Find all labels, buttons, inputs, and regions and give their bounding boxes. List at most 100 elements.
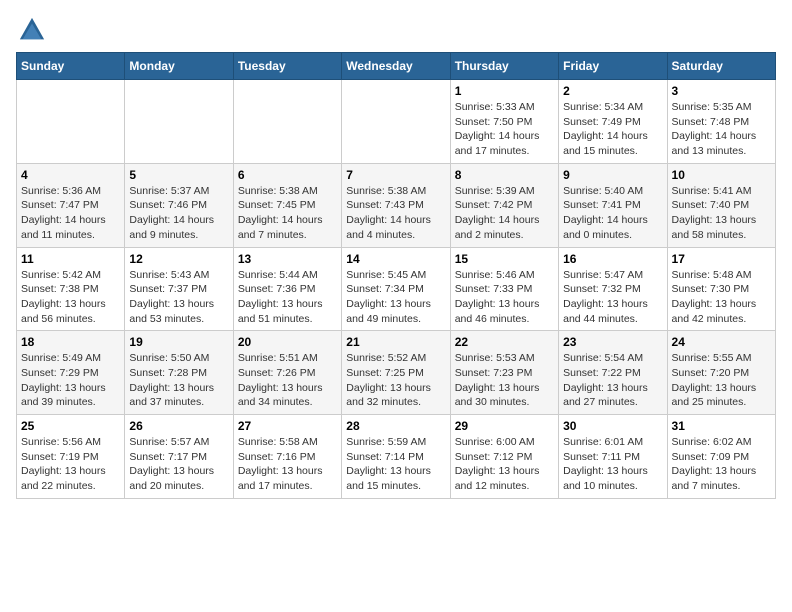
day-number: 6 [238, 168, 337, 182]
calendar-cell: 17Sunrise: 5:48 AM Sunset: 7:30 PM Dayli… [667, 247, 775, 331]
day-number: 13 [238, 252, 337, 266]
day-number: 22 [455, 335, 554, 349]
day-number: 11 [21, 252, 120, 266]
calendar-cell [125, 80, 233, 164]
day-number: 3 [672, 84, 771, 98]
day-number: 27 [238, 419, 337, 433]
day-number: 20 [238, 335, 337, 349]
calendar-cell: 11 Sunrise: 5:42 AM Sunset: 7:38 PM Dayli… [17, 247, 125, 331]
day-info: Sunrise: 5:53 AM Sunset: 7:23 PM Dayligh… [455, 351, 554, 410]
day-info: Sunrise: 5:43 AM Sunset: 7:37 PM Dayligh… [129, 268, 228, 327]
calendar-cell: 1 Sunrise: 5:33 AM Sunset: 7:50 PM Daylig… [450, 80, 558, 164]
day-info: Sunrise: 6:01 AM Sunset: 7:11 PM Dayligh… [563, 435, 662, 494]
calendar-cell: 2 Sunrise: 5:34 AM Sunset: 7:49 PM Daylig… [559, 80, 667, 164]
calendar-cell: 30 Sunrise: 6:01 AM Sunset: 7:11 PM Dayli… [559, 415, 667, 499]
calendar-header-row: SundayMondayTuesdayWednesdayThursdayFrid… [17, 53, 776, 80]
calendar-week-row: 25 Sunrise: 5:56 AM Sunset: 7:19 PM Dayli… [17, 415, 776, 499]
day-number: 21 [346, 335, 445, 349]
day-number: 5 [129, 168, 228, 182]
day-number: 25 [21, 419, 120, 433]
calendar-cell [233, 80, 341, 164]
day-number: 16 [563, 252, 662, 266]
calendar-cell: 27 Sunrise: 5:58 AM Sunset: 7:16 PM Dayli… [233, 415, 341, 499]
day-info: Sunrise: 5:44 AM Sunset: 7:36 PM Dayligh… [238, 268, 337, 327]
weekday-header-saturday: Saturday [667, 53, 775, 80]
calendar-cell: 20 Sunrise: 5:51 AM Sunset: 7:26 PM Dayli… [233, 331, 341, 415]
day-number: 28 [346, 419, 445, 433]
calendar-cell: 28 Sunrise: 5:59 AM Sunset: 7:14 PM Dayli… [342, 415, 450, 499]
calendar-cell: 25 Sunrise: 5:56 AM Sunset: 7:19 PM Dayli… [17, 415, 125, 499]
day-info: Sunrise: 5:38 AM Sunset: 7:43 PM Dayligh… [346, 184, 445, 243]
calendar-cell: 3 Sunrise: 5:35 AM Sunset: 7:48 PM Daylig… [667, 80, 775, 164]
day-info: Sunrise: 5:42 AM Sunset: 7:38 PM Dayligh… [21, 268, 120, 327]
calendar-cell: 29 Sunrise: 6:00 AM Sunset: 7:12 PM Dayli… [450, 415, 558, 499]
calendar-cell: 14 Sunrise: 5:45 AM Sunset: 7:34 PM Dayli… [342, 247, 450, 331]
calendar-cell: 21 Sunrise: 5:52 AM Sunset: 7:25 PM Dayli… [342, 331, 450, 415]
day-info: Sunrise: 5:50 AM Sunset: 7:28 PM Dayligh… [129, 351, 228, 410]
calendar-cell: 8 Sunrise: 5:39 AM Sunset: 7:42 PM Daylig… [450, 163, 558, 247]
day-info: Sunrise: 5:45 AM Sunset: 7:34 PM Dayligh… [346, 268, 445, 327]
day-info: Sunrise: 5:55 AM Sunset: 7:20 PM Dayligh… [672, 351, 771, 410]
calendar-week-row: 18Sunrise: 5:49 AM Sunset: 7:29 PM Dayli… [17, 331, 776, 415]
weekday-header-monday: Monday [125, 53, 233, 80]
calendar-cell [17, 80, 125, 164]
calendar-cell [342, 80, 450, 164]
day-number: 23 [563, 335, 662, 349]
day-number: 30 [563, 419, 662, 433]
day-info: Sunrise: 5:36 AM Sunset: 7:47 PM Dayligh… [21, 184, 120, 243]
calendar-cell: 9 Sunrise: 5:40 AM Sunset: 7:41 PM Daylig… [559, 163, 667, 247]
calendar-cell: 4 Sunrise: 5:36 AM Sunset: 7:47 PM Daylig… [17, 163, 125, 247]
calendar-cell: 7 Sunrise: 5:38 AM Sunset: 7:43 PM Daylig… [342, 163, 450, 247]
calendar-week-row: 4 Sunrise: 5:36 AM Sunset: 7:47 PM Daylig… [17, 163, 776, 247]
logo [16, 16, 46, 44]
weekday-header-wednesday: Wednesday [342, 53, 450, 80]
day-info: Sunrise: 6:00 AM Sunset: 7:12 PM Dayligh… [455, 435, 554, 494]
calendar-week-row: 11 Sunrise: 5:42 AM Sunset: 7:38 PM Dayli… [17, 247, 776, 331]
day-info: Sunrise: 5:56 AM Sunset: 7:19 PM Dayligh… [21, 435, 120, 494]
day-number: 12 [129, 252, 228, 266]
day-info: Sunrise: 5:39 AM Sunset: 7:42 PM Dayligh… [455, 184, 554, 243]
day-number: 31 [672, 419, 771, 433]
calendar-cell: 10Sunrise: 5:41 AM Sunset: 7:40 PM Dayli… [667, 163, 775, 247]
calendar-cell: 31Sunrise: 6:02 AM Sunset: 7:09 PM Dayli… [667, 415, 775, 499]
page-header [16, 16, 776, 44]
calendar-cell: 24 Sunrise: 5:55 AM Sunset: 7:20 PM Dayli… [667, 331, 775, 415]
weekday-header-sunday: Sunday [17, 53, 125, 80]
logo-icon [18, 16, 46, 44]
day-info: Sunrise: 5:49 AM Sunset: 7:29 PM Dayligh… [21, 351, 120, 410]
day-number: 15 [455, 252, 554, 266]
day-number: 1 [455, 84, 554, 98]
day-info: Sunrise: 5:59 AM Sunset: 7:14 PM Dayligh… [346, 435, 445, 494]
day-info: Sunrise: 5:48 AM Sunset: 7:30 PM Dayligh… [672, 268, 771, 327]
weekday-header-tuesday: Tuesday [233, 53, 341, 80]
day-number: 9 [563, 168, 662, 182]
day-info: Sunrise: 5:57 AM Sunset: 7:17 PM Dayligh… [129, 435, 228, 494]
calendar-cell: 26 Sunrise: 5:57 AM Sunset: 7:17 PM Dayli… [125, 415, 233, 499]
calendar-cell: 22 Sunrise: 5:53 AM Sunset: 7:23 PM Dayli… [450, 331, 558, 415]
calendar-cell: 19 Sunrise: 5:50 AM Sunset: 7:28 PM Dayli… [125, 331, 233, 415]
calendar-cell: 5 Sunrise: 5:37 AM Sunset: 7:46 PM Daylig… [125, 163, 233, 247]
weekday-header-thursday: Thursday [450, 53, 558, 80]
calendar-cell: 18Sunrise: 5:49 AM Sunset: 7:29 PM Dayli… [17, 331, 125, 415]
day-info: Sunrise: 5:51 AM Sunset: 7:26 PM Dayligh… [238, 351, 337, 410]
day-info: Sunrise: 5:34 AM Sunset: 7:49 PM Dayligh… [563, 100, 662, 159]
day-number: 19 [129, 335, 228, 349]
calendar-table: SundayMondayTuesdayWednesdayThursdayFrid… [16, 52, 776, 499]
day-number: 7 [346, 168, 445, 182]
day-number: 2 [563, 84, 662, 98]
day-info: Sunrise: 5:33 AM Sunset: 7:50 PM Dayligh… [455, 100, 554, 159]
day-info: Sunrise: 5:52 AM Sunset: 7:25 PM Dayligh… [346, 351, 445, 410]
day-number: 10 [672, 168, 771, 182]
day-info: Sunrise: 5:40 AM Sunset: 7:41 PM Dayligh… [563, 184, 662, 243]
day-info: Sunrise: 5:47 AM Sunset: 7:32 PM Dayligh… [563, 268, 662, 327]
day-number: 24 [672, 335, 771, 349]
day-number: 14 [346, 252, 445, 266]
calendar-week-row: 1 Sunrise: 5:33 AM Sunset: 7:50 PM Daylig… [17, 80, 776, 164]
day-number: 29 [455, 419, 554, 433]
day-info: Sunrise: 5:58 AM Sunset: 7:16 PM Dayligh… [238, 435, 337, 494]
day-info: Sunrise: 5:37 AM Sunset: 7:46 PM Dayligh… [129, 184, 228, 243]
day-number: 26 [129, 419, 228, 433]
day-number: 8 [455, 168, 554, 182]
day-number: 4 [21, 168, 120, 182]
day-info: Sunrise: 5:35 AM Sunset: 7:48 PM Dayligh… [672, 100, 771, 159]
